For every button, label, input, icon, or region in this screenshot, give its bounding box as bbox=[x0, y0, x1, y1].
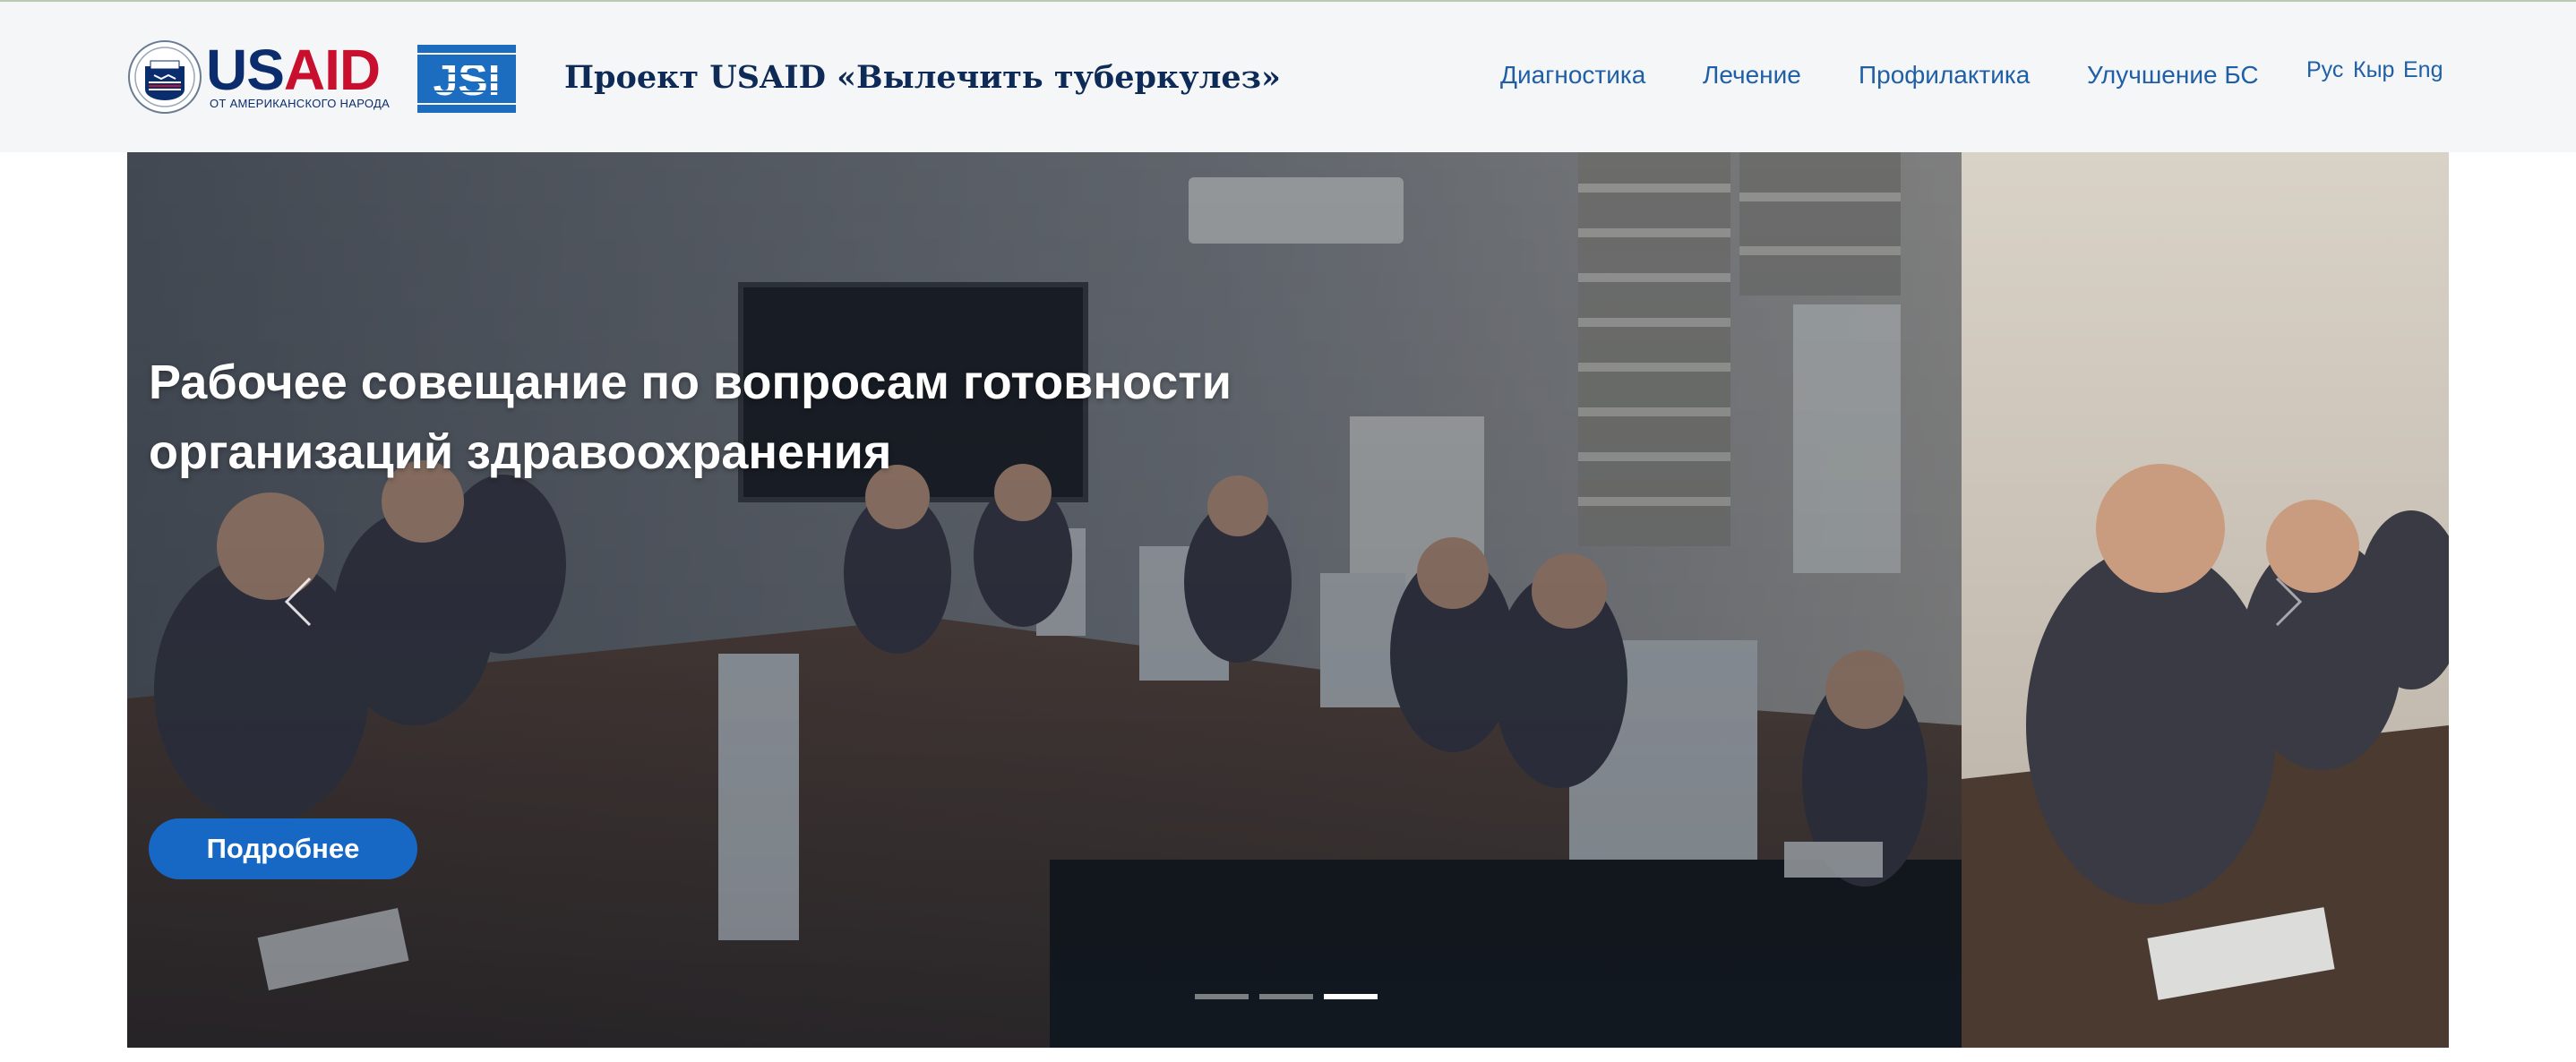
nav-item-prevention[interactable]: Профилактика bbox=[1859, 61, 2030, 90]
usaid-logo[interactable]: USAID ОТ АМЕРИКАНСКОГО НАРОДА bbox=[127, 38, 390, 118]
usaid-seal-icon bbox=[128, 40, 202, 114]
nav-item-diagnostics[interactable]: Диагностика bbox=[1500, 61, 1645, 90]
site-header: USAID ОТ АМЕРИКАНСКОГО НАРОДА JSI Проект… bbox=[0, 2, 2576, 152]
nav-item-improvement[interactable]: Улучшение БС bbox=[2087, 61, 2259, 90]
jsi-logo[interactable]: JSI bbox=[417, 45, 516, 113]
slide-indicator-3[interactable] bbox=[1324, 994, 1378, 999]
lang-ru[interactable]: Рус bbox=[2306, 57, 2343, 83]
hero-title: Рабочее совещание по вопросам готовности… bbox=[149, 355, 1232, 479]
slide-indicator-2[interactable] bbox=[1259, 994, 1313, 999]
jsi-logo-text: JSI bbox=[433, 55, 500, 105]
lang-ky[interactable]: Кыр bbox=[2353, 57, 2394, 83]
slide-indicator-1[interactable] bbox=[1195, 994, 1249, 999]
usaid-word-us: US bbox=[206, 38, 285, 102]
usaid-wordmark: USAID bbox=[206, 41, 381, 98]
chevron-left-icon[interactable] bbox=[279, 573, 319, 630]
usaid-word-aid: AID bbox=[283, 38, 381, 102]
hero-dark-overlay bbox=[127, 152, 1962, 1048]
lang-en[interactable]: Eng bbox=[2403, 57, 2443, 83]
project-title[interactable]: Проект USAID «Вылечить туберкулез» bbox=[564, 57, 1281, 98]
chevron-right-icon[interactable] bbox=[2268, 573, 2307, 630]
read-more-button[interactable]: Подробнее bbox=[149, 818, 417, 879]
slider-indicators bbox=[1195, 994, 1401, 1001]
hero-slider: Рабочее совещание по вопросам готовности… bbox=[127, 152, 2449, 1048]
nav-item-treatment[interactable]: Лечение bbox=[1703, 61, 1801, 90]
usaid-tagline: ОТ АМЕРИКАНСКОГО НАРОДА bbox=[210, 97, 391, 110]
